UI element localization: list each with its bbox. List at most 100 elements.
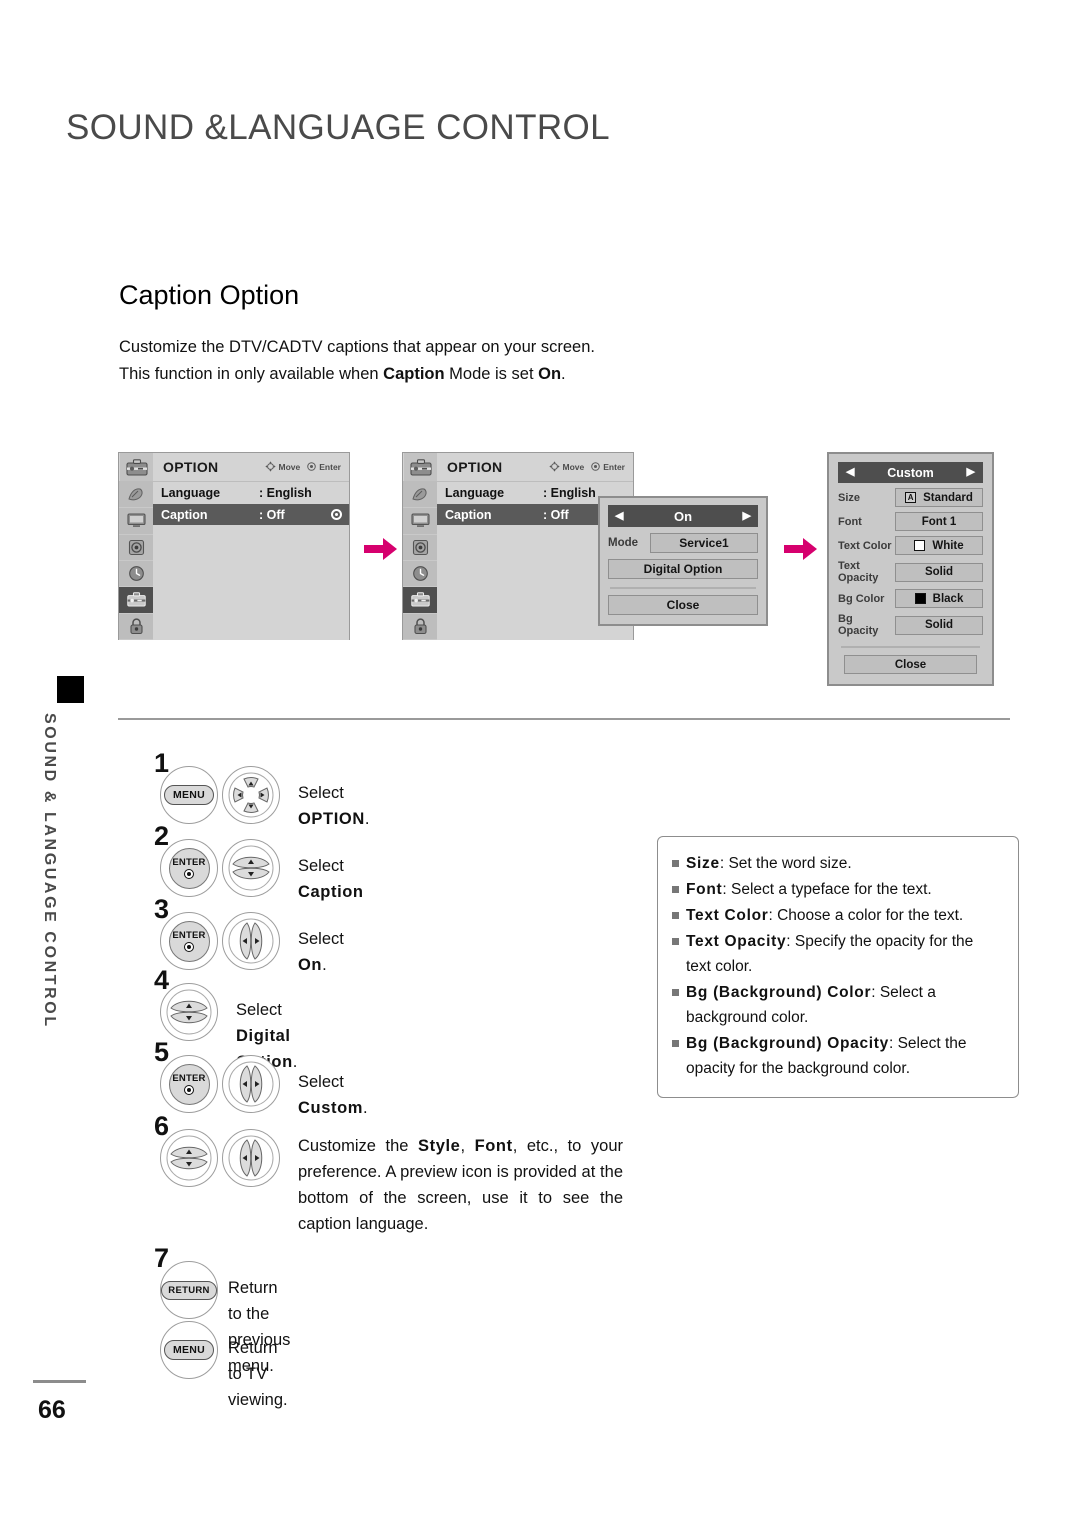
info-term-font: Font [686,881,723,898]
enter-button-label-3: ENTER [172,930,206,941]
hint-enter-label: Enter [319,462,341,472]
step-6-text-mid: , [460,1137,475,1155]
info-item-bg-opacity-text: Bg (Background) Opacity: Select the opac… [686,1031,1002,1081]
step-3-text-bold: On [298,956,323,974]
sidebar-icon-option[interactable] [119,587,153,613]
custom-text-color-label: Text Color [838,539,892,552]
dpad-leftright-3[interactable] [222,912,280,970]
popup-digital-option-button[interactable]: Digital Option [608,559,758,579]
popup-close-button[interactable]: Close [608,595,758,615]
custom-text-opacity-button[interactable]: Solid [895,562,983,582]
dpad-updown-4[interactable] [160,983,218,1041]
bullet-square-icon-4 [672,929,686,979]
custom-text-color-value: White [932,539,964,552]
enter-button-3[interactable]: ENTER [160,912,218,970]
dpad-4way-1[interactable] [222,766,280,824]
info-term-text-opacity: Text Opacity [686,933,787,950]
info-item-text-opacity-text: Text Opacity: Specify the opacity for th… [686,929,1002,979]
info-box: Size: Set the word size. Font: Select a … [657,836,1019,1098]
osd-row-caption[interactable]: Caption : Off [153,504,349,525]
osd-icon-column [119,482,153,640]
return-button-7[interactable]: RETURN [160,1261,218,1319]
custom-font-button[interactable]: Font 1 [895,512,983,531]
osd-hints-2: Move Enter [548,460,625,474]
info-item-font-text: Font: Select a typeface for the text. [686,877,932,902]
step-5-text-pre: Select [298,1073,344,1091]
sidebar-icon-time-2[interactable] [403,560,437,587]
enter-dot-icon-3 [184,942,194,952]
enter-knob-5: ENTER [168,1063,210,1105]
sidebar-icon-audio-2[interactable] [403,534,437,560]
sidebar-icon-lock-2[interactable] [403,613,437,639]
step-5-text: Select Custom. [298,1069,368,1121]
sidebar-icon-audio[interactable] [119,534,153,560]
sidebar-icon-option-2[interactable] [403,587,437,613]
hint-enter-label-2: Enter [603,462,625,472]
custom-bg-opacity-button[interactable]: Solid [895,615,983,635]
info-item-bg-color-text: Bg (Background) Color: Select a backgrou… [686,980,1002,1030]
osd-row-language[interactable]: Language : English [153,482,349,503]
enter-button-5[interactable]: ENTER [160,1055,218,1113]
custom-bg-opacity-label: Bg Opacity [838,613,879,637]
sidebar-icon-picture[interactable] [119,482,153,508]
chevron-left-icon[interactable]: ◀ [615,510,623,522]
popup-divider [610,587,756,589]
step-3-text: Select On. [298,926,344,978]
popup-state-selector[interactable]: ◀ On ▶ [608,505,758,527]
sidebar-icon-screen-2[interactable] [403,508,437,534]
custom-row-bg-opacity: Bg Opacity Solid [838,613,983,637]
step-1-text-post: . [364,810,370,828]
custom-size-button[interactable]: A Standard [895,488,983,507]
osd-row-caption-label: Caption [161,507,208,522]
popup-state-value: On [673,508,693,524]
step-6-text-bold2: Font [474,1137,513,1155]
dpad-updown-6[interactable] [160,1129,218,1187]
menu-button-1[interactable]: MENU [160,766,218,824]
osd-title-2: OPTION [447,459,503,475]
sidebar-icon-lock[interactable] [119,613,153,639]
dpad-leftright-icon-6 [228,1135,274,1181]
info-desc-text-color: : Choose a color for the text. [768,907,964,924]
custom-settings-dialog: ◀ Custom ▶ Size A Standard Font Font 1 T… [827,452,994,686]
popup-mode-button[interactable]: Service1 [650,533,758,553]
sidebar-icon-screen[interactable] [119,508,153,534]
dpad-hint-icon [264,460,276,474]
osd-topbar: OPTION Move Enter [119,453,349,482]
chevron-left-icon-custom[interactable]: ◀ [846,467,854,478]
bullet-square-icon-2 [672,877,686,902]
chevron-right-icon-custom[interactable]: ▶ [967,467,975,478]
color-swatch-white-icon [914,540,926,551]
custom-size-value: Standard [923,491,973,504]
info-item-text-color: Text Color: Choose a color for the text. [672,903,1002,928]
chevron-right-icon[interactable]: ▶ [743,510,751,522]
info-item-text-color-text: Text Color: Choose a color for the text. [686,903,963,928]
enter-dot-icon-5 [184,1085,194,1095]
side-tab-marker [57,676,84,703]
bullet-square-icon-6 [672,1031,686,1081]
intro-on-bold: On [538,365,562,383]
custom-text-opacity-value: Solid [924,566,954,578]
bullet-square-icon-1 [672,851,686,876]
dpad-updown-2[interactable] [222,839,280,897]
dpad-leftright-6[interactable] [222,1129,280,1187]
bullet-square-icon-5 [672,980,686,1030]
info-term-text-color: Text Color [686,907,769,924]
custom-row-bg-color: Bg Color Black [838,589,983,608]
sidebar-icon-picture-2[interactable] [403,482,437,508]
info-item-bg-opacity: Bg (Background) Opacity: Select the opac… [672,1031,1002,1081]
intro-line-2-end: . [561,365,566,383]
enter-hint-icon [307,461,317,473]
custom-bg-color-button[interactable]: Black [895,589,983,608]
menu-button-final[interactable]: MENU [160,1321,218,1379]
sidebar-icon-time[interactable] [119,560,153,587]
osd-body: Language : English Caption : Off [119,482,349,640]
custom-bg-color-label: Bg Color [838,592,885,605]
custom-text-color-button[interactable]: White [895,536,983,555]
custom-close-button[interactable]: Close [844,655,977,674]
step-5-text-post: . [363,1099,368,1117]
hint-move-label: Move [278,462,301,472]
dpad-leftright-5[interactable] [222,1055,280,1113]
enter-button-2[interactable]: ENTER [160,839,218,897]
osd-row-list: Language : English Caption : Off [153,482,349,640]
custom-style-selector[interactable]: ◀ Custom ▶ [838,462,983,483]
